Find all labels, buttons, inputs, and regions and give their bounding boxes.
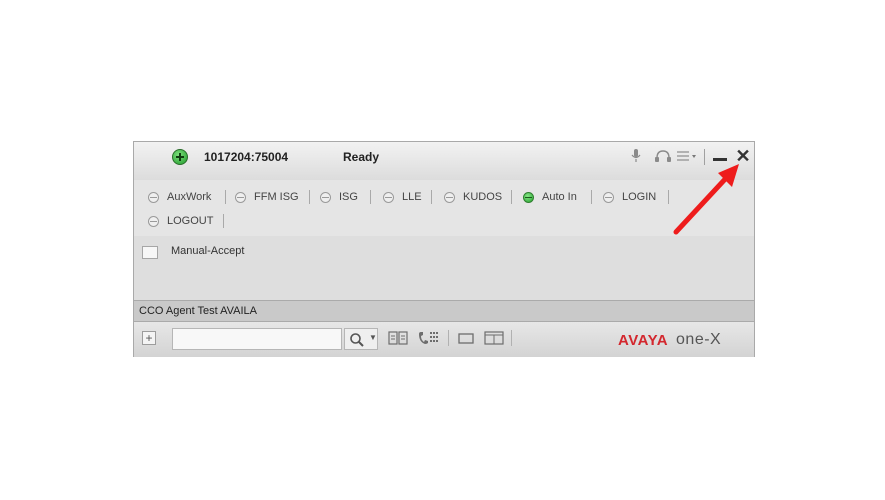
work-mode-status-icon — [235, 191, 246, 203]
avaya-onex-window: 1017204:75004 Ready ✕ AuxWork FFM ISG IS… — [133, 141, 755, 357]
divider — [309, 190, 310, 204]
avaya-onex-logo: AVAYA one-X — [618, 330, 721, 350]
work-mode-label: Auto In — [542, 191, 577, 203]
work-mode-label: LOGOUT — [167, 215, 214, 227]
search-button[interactable]: ▼ — [344, 328, 378, 350]
annotation-arrow-icon — [673, 164, 739, 235]
work-mode-label: LOGIN — [622, 191, 657, 203]
calendar-icon[interactable] — [484, 330, 504, 346]
search-input[interactable] — [172, 328, 342, 350]
work-mode-status-icon — [148, 191, 159, 203]
bottom-toolbar: + ▼ AVAYA one-X — [134, 322, 754, 357]
work-mode-ffm-isg[interactable]: FFM ISG — [235, 188, 299, 206]
toolbar-divider — [511, 330, 512, 346]
divider — [668, 190, 669, 204]
agent-extension: 1017204:75004 — [204, 150, 289, 164]
work-mode-label: ISG — [339, 191, 358, 203]
divider — [511, 190, 512, 204]
toolbar-divider — [448, 330, 449, 346]
agent-status-text: CCO Agent Test AVAILA — [139, 305, 258, 317]
work-mode-logout[interactable]: LOGOUT — [148, 212, 213, 230]
microphone-icon[interactable] — [629, 146, 643, 166]
work-mode-auxwork[interactable]: AuxWork — [148, 188, 211, 206]
work-mode-kudos[interactable]: KUDOS — [444, 188, 502, 206]
work-mode-label: LLE — [402, 191, 422, 203]
work-mode-label: KUDOS — [463, 191, 503, 203]
agent-state[interactable]: Ready — [343, 150, 379, 164]
agent-status-bar: CCO Agent Test AVAILA — [134, 300, 754, 322]
manual-accept-label: Manual-Accept — [171, 245, 245, 257]
work-mode-active-icon — [523, 191, 534, 203]
work-mode-status-icon — [603, 191, 614, 203]
status-available-icon[interactable] — [172, 149, 188, 165]
onex-product-text: one-X — [676, 331, 722, 348]
title-bar: 1017204:75004 Ready ✕ — [134, 142, 754, 181]
dialpad-icon[interactable] — [417, 330, 439, 346]
window-icon[interactable] — [458, 330, 474, 346]
work-mode-status-icon — [320, 191, 331, 203]
work-mode-isg[interactable]: ISG — [320, 188, 358, 206]
work-mode-status-icon — [148, 215, 159, 227]
search-icon — [350, 333, 364, 347]
divider — [431, 190, 432, 204]
work-mode-login[interactable]: LOGIN — [603, 188, 656, 206]
add-button[interactable]: + — [142, 331, 156, 345]
work-mode-label: AuxWork — [167, 191, 212, 203]
divider — [223, 214, 224, 228]
work-mode-status-icon — [383, 191, 394, 203]
divider — [591, 190, 592, 204]
chevron-down-icon[interactable]: ▼ — [369, 333, 377, 342]
work-mode-label: FFM ISG — [254, 191, 299, 203]
work-mode-lle[interactable]: LLE — [383, 188, 422, 206]
work-mode-bar: AuxWork FFM ISG ISG LLE KUDOS Auto In LO… — [134, 180, 754, 237]
contacts-icon[interactable] — [388, 330, 408, 346]
divider — [225, 190, 226, 204]
work-mode-auto-in[interactable]: Auto In — [523, 188, 577, 206]
work-mode-status-icon — [444, 191, 455, 203]
divider — [370, 190, 371, 204]
work-item-list: Manual-Accept — [134, 236, 754, 300]
manual-accept-checkbox[interactable] — [142, 246, 158, 259]
avaya-brand-text: AVAYA — [618, 331, 669, 349]
